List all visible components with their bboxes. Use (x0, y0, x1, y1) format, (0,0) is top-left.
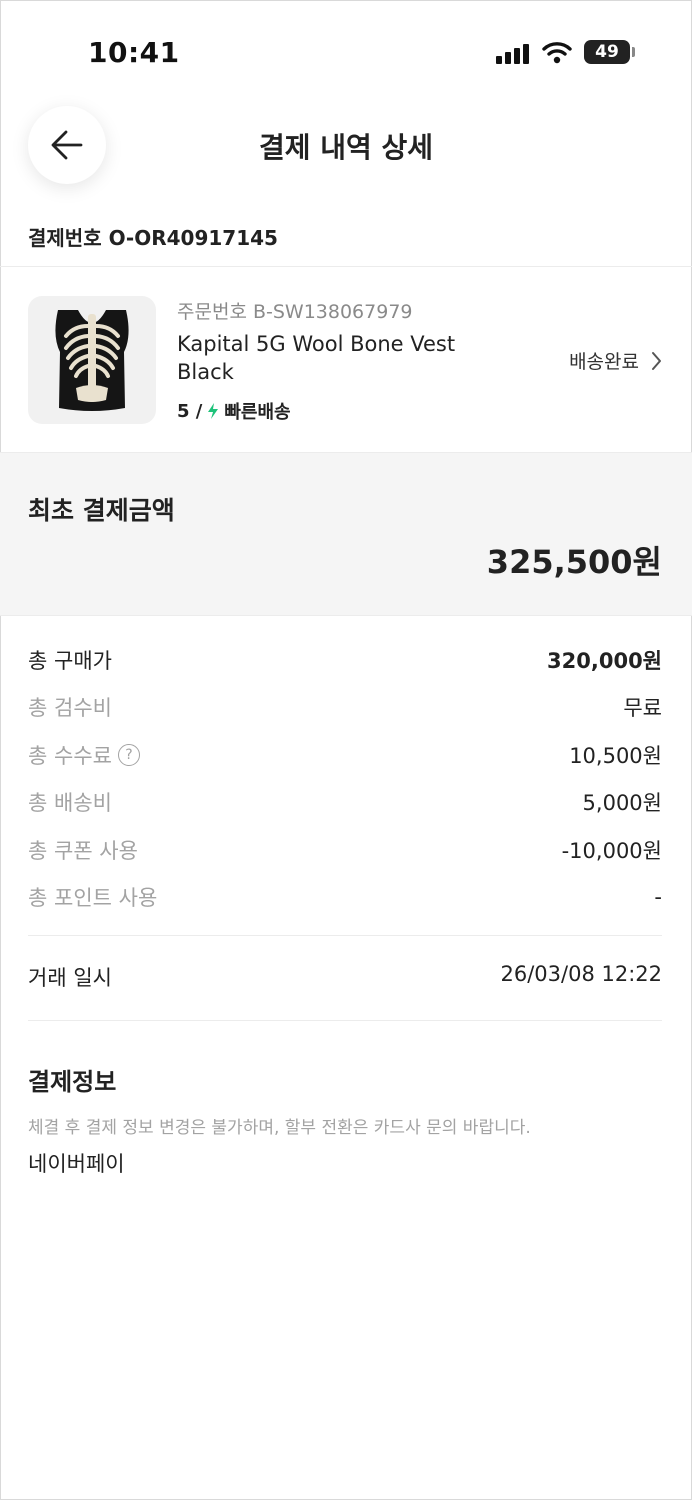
battery-level: 49 (595, 42, 619, 62)
product-size: 5 / (177, 400, 203, 422)
divider (0, 266, 692, 267)
trade-datetime-label: 거래 일시 (28, 966, 112, 990)
divider (28, 935, 662, 936)
delivery-status-link[interactable]: 배송완료 (569, 347, 662, 374)
first-payment-section: 최초 결제금액 325,500원 (0, 452, 692, 616)
price-row: 총 검수비 무료 (28, 684, 662, 732)
battery-tip (632, 47, 635, 57)
price-row-label: 총 검수비 (28, 696, 112, 721)
payment-info-title: 결제정보 (28, 1068, 117, 1096)
price-row-value: 5,000원 (582, 791, 662, 816)
battery-icon: 49 (584, 40, 630, 64)
page-title: 결제 내역 상세 (258, 131, 434, 164)
price-row-label: 총 포인트 사용 (28, 886, 158, 911)
size-shipping-row: 5 / 빠른배송 (177, 398, 291, 424)
trade-datetime-row: 거래 일시 26/03/08 12:22 (28, 962, 662, 992)
price-row-label: 총 배송비 (28, 791, 112, 816)
status-bar: 10:41 49 (0, 0, 692, 100)
price-row: 총 배송비 5,000원 (28, 779, 662, 827)
price-row: 총 쿠폰 사용 -10,000원 (28, 826, 662, 874)
trade-datetime-value: 26/03/08 12:22 (500, 962, 662, 986)
price-row-value: - (654, 885, 662, 910)
wifi-icon (542, 42, 572, 64)
price-row-value: 320,000원 (547, 648, 662, 673)
price-row-label: 총 구매가 (28, 648, 112, 673)
status-time: 10:41 (88, 36, 180, 69)
order-number: 주문번호 B-SW138067979 (177, 301, 413, 323)
price-row: 총 구매가 320,000원 (28, 636, 662, 684)
delivery-status-label: 배송완료 (569, 351, 639, 373)
price-row-label: 총 쿠폰 사용 (28, 838, 138, 863)
price-breakdown: 총 구매가 320,000원 총 검수비 무료 총 수수료 ? 10,500원 … (28, 636, 662, 921)
price-row: 총 수수료 ? 10,500원 (28, 731, 662, 779)
payment-info-note: 체결 후 결제 정보 변경은 불가하며, 할부 전환은 카드사 문의 바랍니다. (28, 1118, 531, 1138)
price-row: 총 포인트 사용 - (28, 874, 662, 922)
price-row-value: -10,000원 (561, 838, 662, 863)
price-row-label-group: 총 수수료 ? (28, 740, 140, 770)
price-row-value: 무료 (623, 696, 662, 721)
product-thumbnail[interactable] (28, 296, 156, 424)
product-name[interactable]: Kapital 5G Wool Bone Vest Black (177, 330, 477, 386)
shipping-type: 빠른배송 (224, 402, 291, 423)
first-payment-label: 최초 결제금액 (28, 496, 175, 525)
payment-method: 네이버페이 (28, 1152, 125, 1176)
help-icon[interactable]: ? (117, 743, 140, 766)
first-payment-amount: 325,500원 (486, 543, 662, 581)
divider (28, 1020, 662, 1021)
price-row-label: 총 수수료 (28, 743, 112, 768)
lightning-icon (208, 403, 219, 419)
chevron-right-icon (652, 351, 661, 370)
bone-vest-image (55, 310, 129, 411)
payment-number: 결제번호 O-OR40917145 (28, 226, 278, 250)
cellular-signal-icon (496, 44, 530, 64)
price-row-value: 10,500원 (569, 743, 662, 768)
